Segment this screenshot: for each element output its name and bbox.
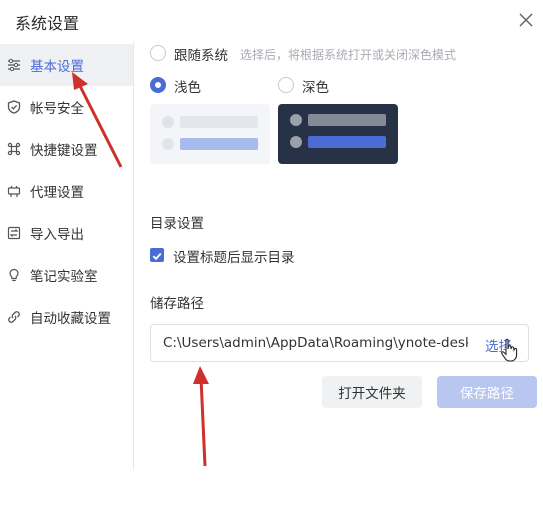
arrow-to-storage-path xyxy=(199,377,207,467)
sidebar-item-proxy[interactable]: 代理设置 xyxy=(0,170,133,212)
sidebar-item-label: 导入导出 xyxy=(30,227,84,243)
follow-system-label: 跟随系统 xyxy=(174,48,228,64)
title-bar: 系统设置 xyxy=(0,0,543,42)
open-folder-button[interactable]: 打开文件夹 xyxy=(322,376,422,408)
sidebar-item-label: 笔记实验室 xyxy=(30,269,98,285)
sidebar-item-label: 快捷键设置 xyxy=(30,143,98,159)
preview-bar xyxy=(308,114,386,126)
arrowhead xyxy=(193,366,209,384)
show-toc-checkbox[interactable] xyxy=(150,248,164,262)
sidebar-item-notes-lab[interactable]: 笔记实验室 xyxy=(0,254,133,296)
light-theme-preview[interactable] xyxy=(150,104,270,164)
preview-dot xyxy=(162,138,174,150)
storage-section-title: 储存路径 xyxy=(150,296,204,312)
sidebar-item-label: 自动收藏设置 xyxy=(30,311,111,327)
follow-system-hint: 选择后，将根据系统打开或关闭深色模式 xyxy=(240,48,457,62)
lightbulb-icon xyxy=(6,267,22,283)
follow-system-radio[interactable] xyxy=(150,45,166,61)
close-icon xyxy=(519,13,533,27)
preview-dot xyxy=(162,116,174,128)
sidebar-item-import-export[interactable]: 导入导出 xyxy=(0,212,133,254)
sidebar-item-auto-collect[interactable]: 自动收藏设置 xyxy=(0,296,133,338)
save-path-button[interactable]: 保存路径 xyxy=(437,376,537,408)
preview-bar xyxy=(308,136,386,148)
link-icon xyxy=(6,309,22,325)
storage-path-value: C:\Users\admin\AppData\Roaming\ynote-des… xyxy=(163,335,468,351)
show-toc-label: 设置标题后显示目录 xyxy=(173,250,295,266)
sliders-icon xyxy=(6,57,22,73)
sidebar-item-shortcuts[interactable]: 快捷键设置 xyxy=(0,128,133,170)
directory-section-title: 目录设置 xyxy=(150,216,204,232)
dark-theme-radio[interactable] xyxy=(278,77,294,93)
sidebar-item-basic-settings[interactable]: 基本设置 xyxy=(0,44,133,86)
preview-bar xyxy=(180,116,258,128)
light-theme-radio[interactable] xyxy=(150,77,166,93)
preview-dot xyxy=(290,114,302,126)
dark-theme-preview[interactable] xyxy=(278,104,398,164)
close-button[interactable] xyxy=(514,8,538,32)
preview-dot xyxy=(290,136,302,148)
shield-icon xyxy=(6,99,22,115)
command-key-icon xyxy=(6,141,22,157)
window-title: 系统设置 xyxy=(15,14,80,33)
sidebar-item-label: 帐号安全 xyxy=(30,101,84,117)
dark-theme-label: 深色 xyxy=(302,80,329,96)
sidebar-item-label: 代理设置 xyxy=(30,185,84,201)
choose-path-button[interactable]: 选择 xyxy=(485,335,512,355)
plug-icon xyxy=(6,183,22,199)
sidebar-item-account-security[interactable]: 帐号安全 xyxy=(0,86,133,128)
checkmark-icon xyxy=(152,252,162,261)
settings-sidebar: 基本设置 帐号安全 快捷键设置 代理设置 导入导出 笔记实验室 自动收藏设置 xyxy=(0,42,134,470)
import-export-icon xyxy=(6,225,22,241)
light-theme-label: 浅色 xyxy=(174,80,201,96)
preview-bar xyxy=(180,138,258,150)
storage-path-field[interactable]: C:\Users\admin\AppData\Roaming\ynote-des… xyxy=(150,324,529,362)
sidebar-item-label: 基本设置 xyxy=(30,59,84,75)
